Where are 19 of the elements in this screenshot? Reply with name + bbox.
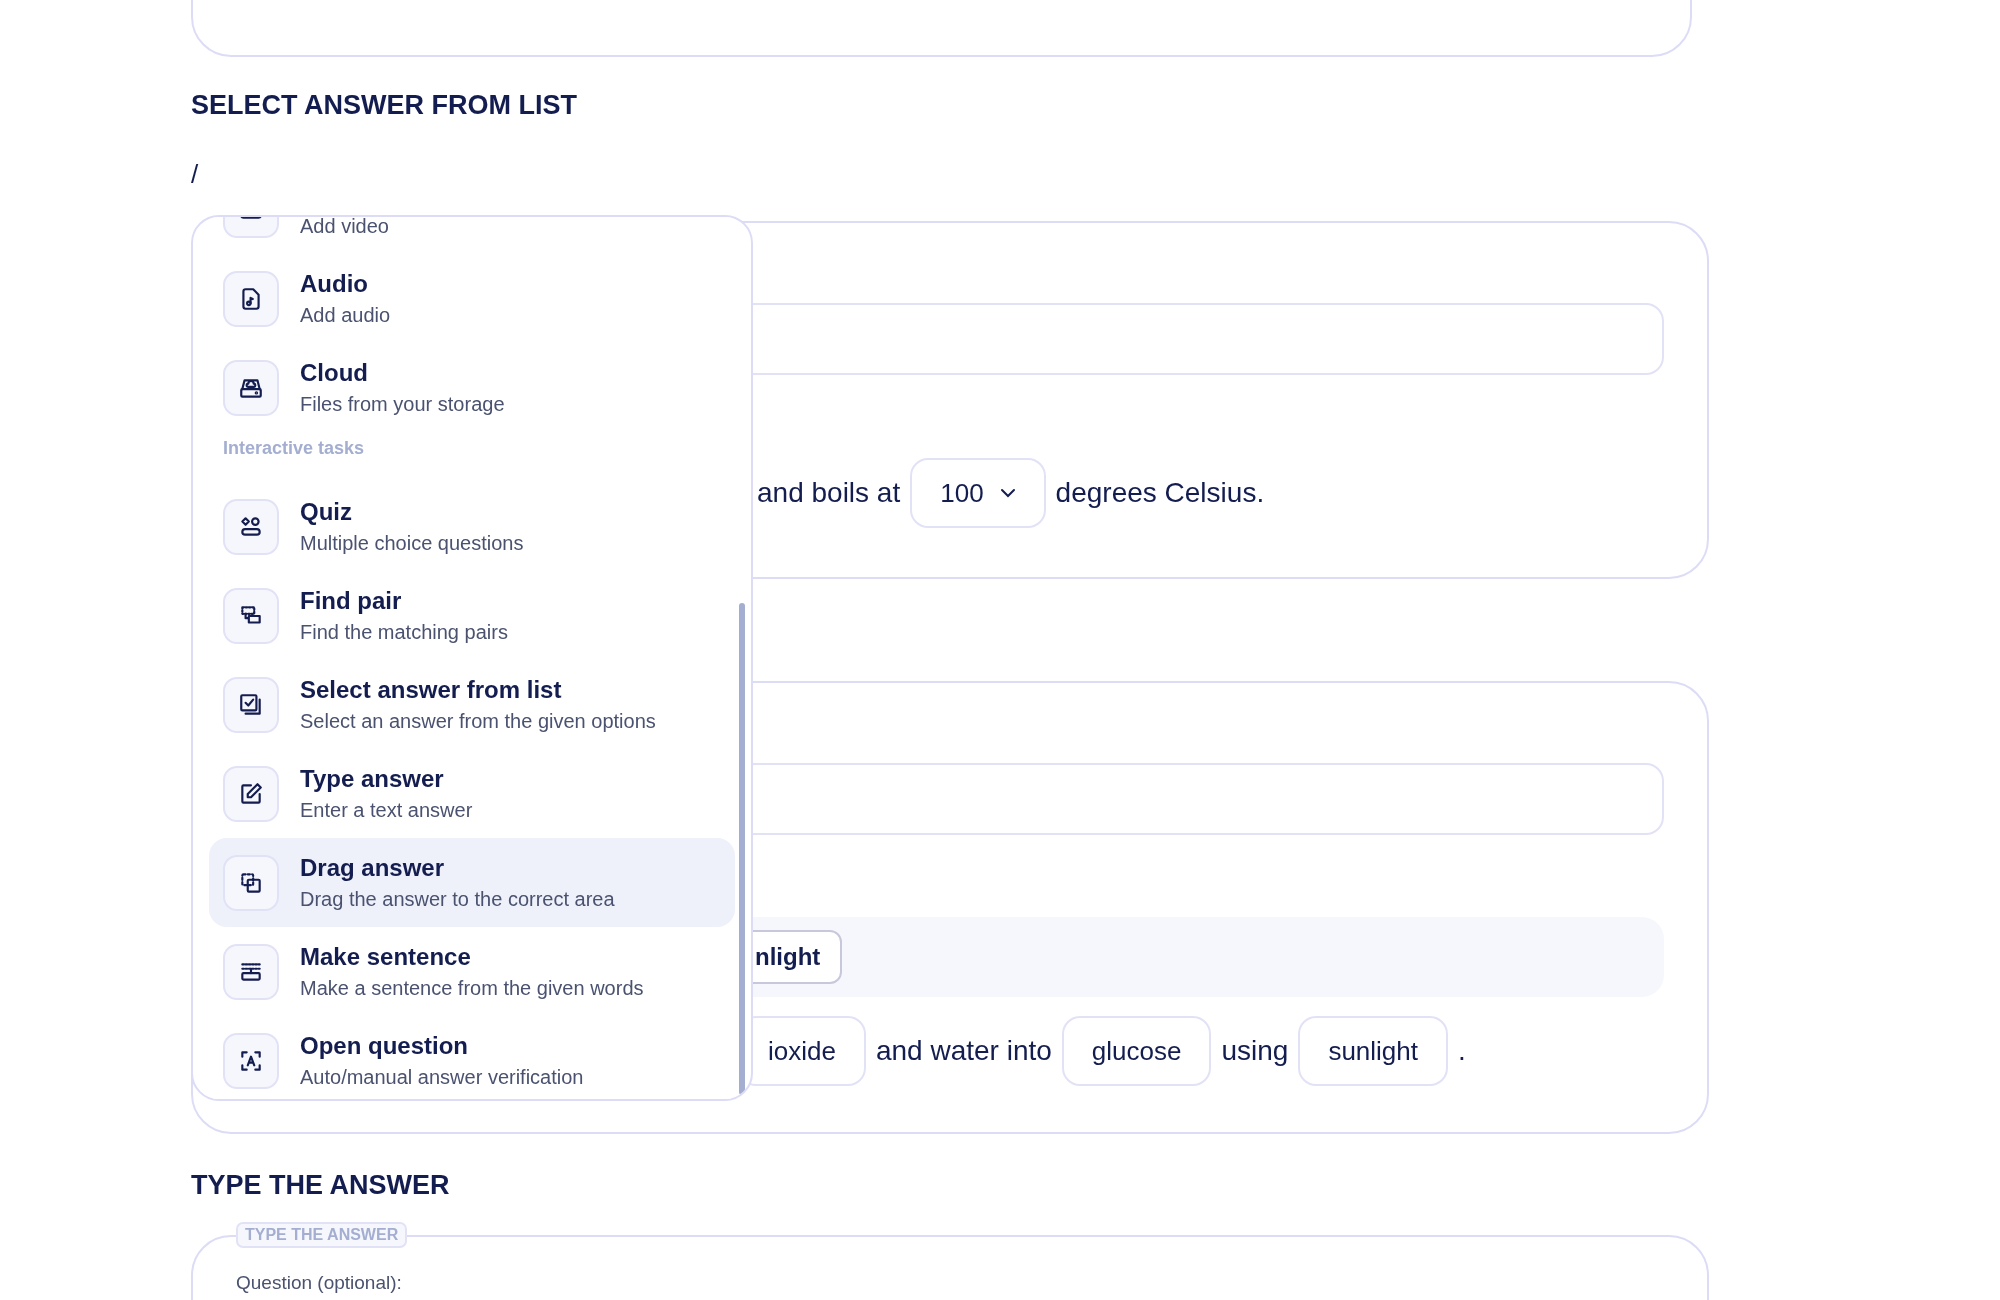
sentence-text: . — [1458, 1034, 1466, 1068]
answer-slot[interactable]: glucose — [1061, 1016, 1212, 1086]
sentence-text: degrees Celsius. — [1055, 476, 1265, 510]
group-label: Interactive tasks — [223, 438, 365, 458]
scrollbar-thumb[interactable] — [739, 603, 745, 1095]
answer-slot[interactable]: sunlight — [1298, 1016, 1448, 1086]
card-legend: TYPE THE ANSWER — [236, 1222, 408, 1248]
section-heading: TYPE THE ANSWER — [191, 1169, 450, 1201]
chevron-down-icon — [999, 488, 1016, 498]
section-heading: SELECT ANSWER FROM LIST — [191, 89, 577, 121]
field-label: Question (optional): — [236, 1271, 402, 1295]
checkbox-icon — [238, 691, 264, 718]
command-text[interactable]: / — [191, 159, 199, 189]
edit-icon — [238, 780, 264, 807]
sentence-text: using — [1221, 1034, 1289, 1068]
sentence-text: and water into — [875, 1034, 1052, 1068]
sentence-text: and boils at — [757, 476, 901, 510]
answer-dropdown[interactable]: 100 — [910, 458, 1046, 528]
menu-item[interactable]: Drag answer Drag the answer to the correct area — [209, 838, 735, 927]
